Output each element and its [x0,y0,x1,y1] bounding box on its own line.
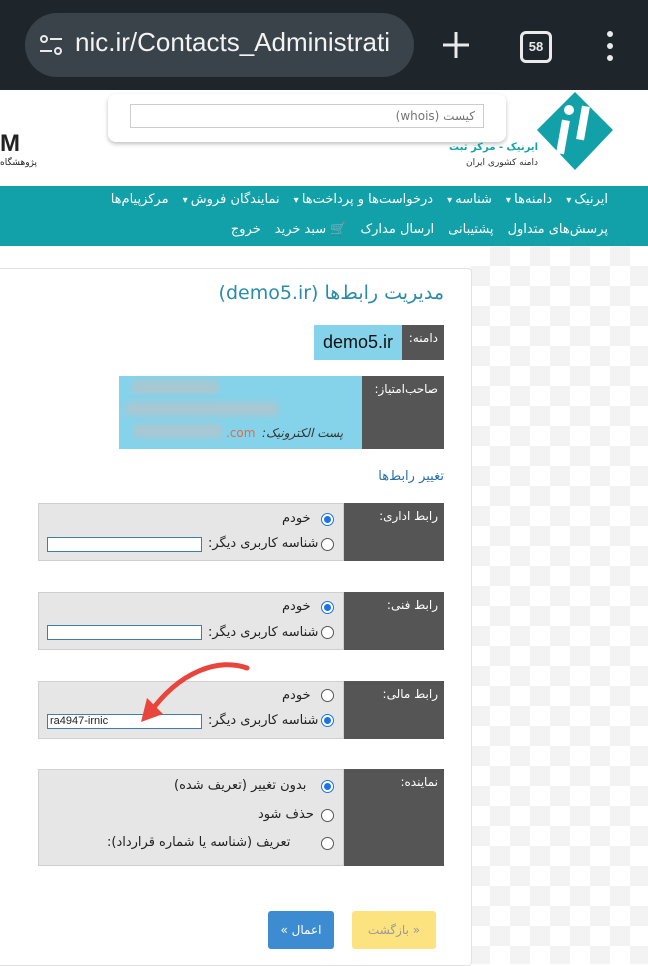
nav-item-resellers[interactable]: نمایندگان فروش [183,192,280,207]
reseller-unchanged-label: بدون تغییر (تعریف شده) [174,778,307,793]
whois-search-input[interactable] [130,104,484,128]
apply-button[interactable]: اعمال » [268,911,334,949]
tech-other-input[interactable] [47,625,202,640]
background-pattern [470,246,648,964]
tech-other-radio[interactable] [321,626,334,639]
admin-other-label: شناسه کاربری دیگر: [208,536,319,551]
irnic-logo[interactable] [535,90,615,172]
main-nav: ایرنیک دامنه‌ها شناسه درخواست‌ها و پرداخ… [0,186,648,246]
redacted-address [125,402,279,416]
site-header: M پژوهشگاه ایرنیک - مرکز ثبت دامنه کشوری… [0,90,648,186]
new-tab-icon[interactable] [441,28,471,62]
tab-switcher-button[interactable]: 58 [520,31,552,63]
admin-other-radio[interactable] [321,538,334,551]
page-title: مدیریت رابط‌ها (demo5.ir) [218,282,444,304]
site-settings-icon[interactable] [39,34,63,56]
tech-contact-label: رابط فنی: [344,592,444,650]
owner-label: صاحب‌امتیاز: [362,376,444,449]
nav-row-secondary: پرسش‌های متداول پشتیبانی ارسال مدارک 🛒 س… [231,222,608,237]
billing-self-radio[interactable] [321,689,334,702]
billing-contact-label: رابط مالی: [344,681,444,739]
address-bar[interactable]: nic.ir/Contacts_Administrati [25,13,414,77]
nav-item-support[interactable]: پشتیبانی [448,222,493,237]
nav-item-messages[interactable]: مرکزپیام‌ها [111,192,169,207]
nav-item-handle[interactable]: شناسه [447,192,492,207]
cart-label: سبد خرید [274,222,327,237]
billing-self-label: خودم [282,688,311,703]
back-button[interactable]: « بازگشت [352,911,436,949]
logo-subtitle: دامنه کشوری ایران [465,158,538,168]
reseller-define-radio[interactable] [321,837,334,850]
nav-item-logout[interactable]: خروج [231,222,261,237]
admin-contact-label: رابط اداری: [344,503,444,561]
nav-item-faq[interactable]: پرسش‌های متداول [508,222,608,237]
admin-self-label: خودم [282,511,311,526]
domain-value: demo5.ir [314,325,402,360]
reseller-unchanged-radio[interactable] [321,780,334,793]
nav-item-cart[interactable]: 🛒 سبد خرید [275,222,347,237]
tech-other-label: شناسه کاربری دیگر: [208,625,319,640]
partner-logo: M [0,130,20,157]
reseller-remove-label: حذف شود [258,807,314,822]
nav-item-irnic[interactable]: ایرنیک [566,192,608,207]
email-suffix: .com [226,426,256,440]
annotation-arrow-icon [141,662,250,722]
reseller-define-label: تعریف (شناسه یا شماره قرارداد): [107,835,291,850]
browser-toolbar: nic.ir/Contacts_Administrati 58 [0,0,648,90]
admin-self-radio[interactable] [321,513,334,526]
redacted-email [133,424,223,438]
more-menu-icon[interactable] [605,30,615,62]
reseller-remove-radio[interactable] [321,809,334,822]
nav-row-primary: ایرنیک دامنه‌ها شناسه درخواست‌ها و پرداخ… [111,192,608,207]
whois-search-box [108,94,506,142]
nav-item-domains[interactable]: دامنه‌ها [506,192,552,207]
tech-self-radio[interactable] [321,601,334,614]
nav-item-requests[interactable]: درخواست‌ها و پرداخت‌ها [294,192,433,207]
billing-other-radio[interactable] [321,714,334,727]
nav-item-send-documents[interactable]: ارسال مدارک [361,222,435,237]
partner-logo-text: پژوهشگاه [0,158,38,168]
email-label: پست الکترونیک: [262,426,344,440]
logo-title: ایرنیک - مرکز ثبت [449,142,538,153]
domain-label: دامنه: [402,325,444,360]
redacted-name [131,380,219,394]
url-text[interactable]: nic.ir/Contacts_Administrati [75,27,405,58]
reseller-label: نماینده: [344,769,444,866]
tech-self-label: خودم [282,599,311,614]
change-contacts-link[interactable]: تغییر رابط‌ها [370,469,444,484]
cart-icon: 🛒 [326,222,347,237]
admin-other-input[interactable] [47,537,202,552]
